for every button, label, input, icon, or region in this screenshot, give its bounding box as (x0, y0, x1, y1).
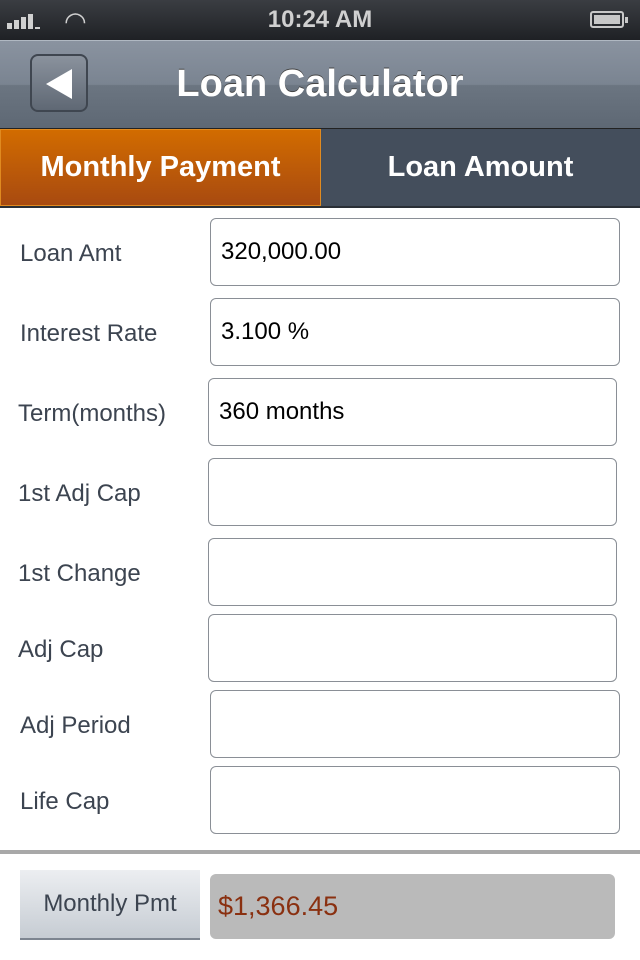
adj-cap-input[interactable] (208, 614, 617, 682)
tab-monthly-payment[interactable]: Monthly Payment (0, 129, 321, 206)
divider (0, 850, 640, 854)
tab-bar: Monthly Payment Loan Amount (0, 128, 640, 208)
loan-amt-label: Loan Amt (20, 240, 122, 267)
first-adj-cap-label: 1st Adj Cap (18, 480, 141, 507)
nav-bar: Loan Calculator (0, 40, 640, 128)
loan-amt-input[interactable]: 320,000.00 (210, 218, 620, 286)
first-change-label: 1st Change (18, 560, 141, 587)
life-cap-label: Life Cap (20, 788, 110, 815)
adj-period-input[interactable] (210, 690, 620, 758)
interest-rate-input[interactable]: 3.100 % (210, 298, 620, 366)
first-change-input[interactable] (208, 538, 617, 606)
term-label: Term(months) (18, 400, 167, 427)
page-title: Loan Calculator (176, 63, 464, 105)
status-bar: ◠ 10:24 AM (0, 0, 640, 40)
interest-rate-label: Interest Rate (20, 320, 158, 347)
tab-loan-amount[interactable]: Loan Amount (321, 129, 640, 206)
adj-cap-label: Adj Cap (18, 636, 104, 663)
adj-period-label: Adj Period (20, 712, 131, 739)
term-input[interactable]: 360 months (208, 378, 617, 446)
battery-icon (590, 11, 628, 28)
first-adj-cap-input[interactable] (208, 458, 617, 526)
clock: 10:24 AM (267, 6, 373, 33)
life-cap-input[interactable] (210, 766, 620, 834)
monthly-pmt-result: $1,366.45 (210, 874, 615, 939)
monthly-pmt-button[interactable]: Monthly Pmt (20, 870, 200, 940)
